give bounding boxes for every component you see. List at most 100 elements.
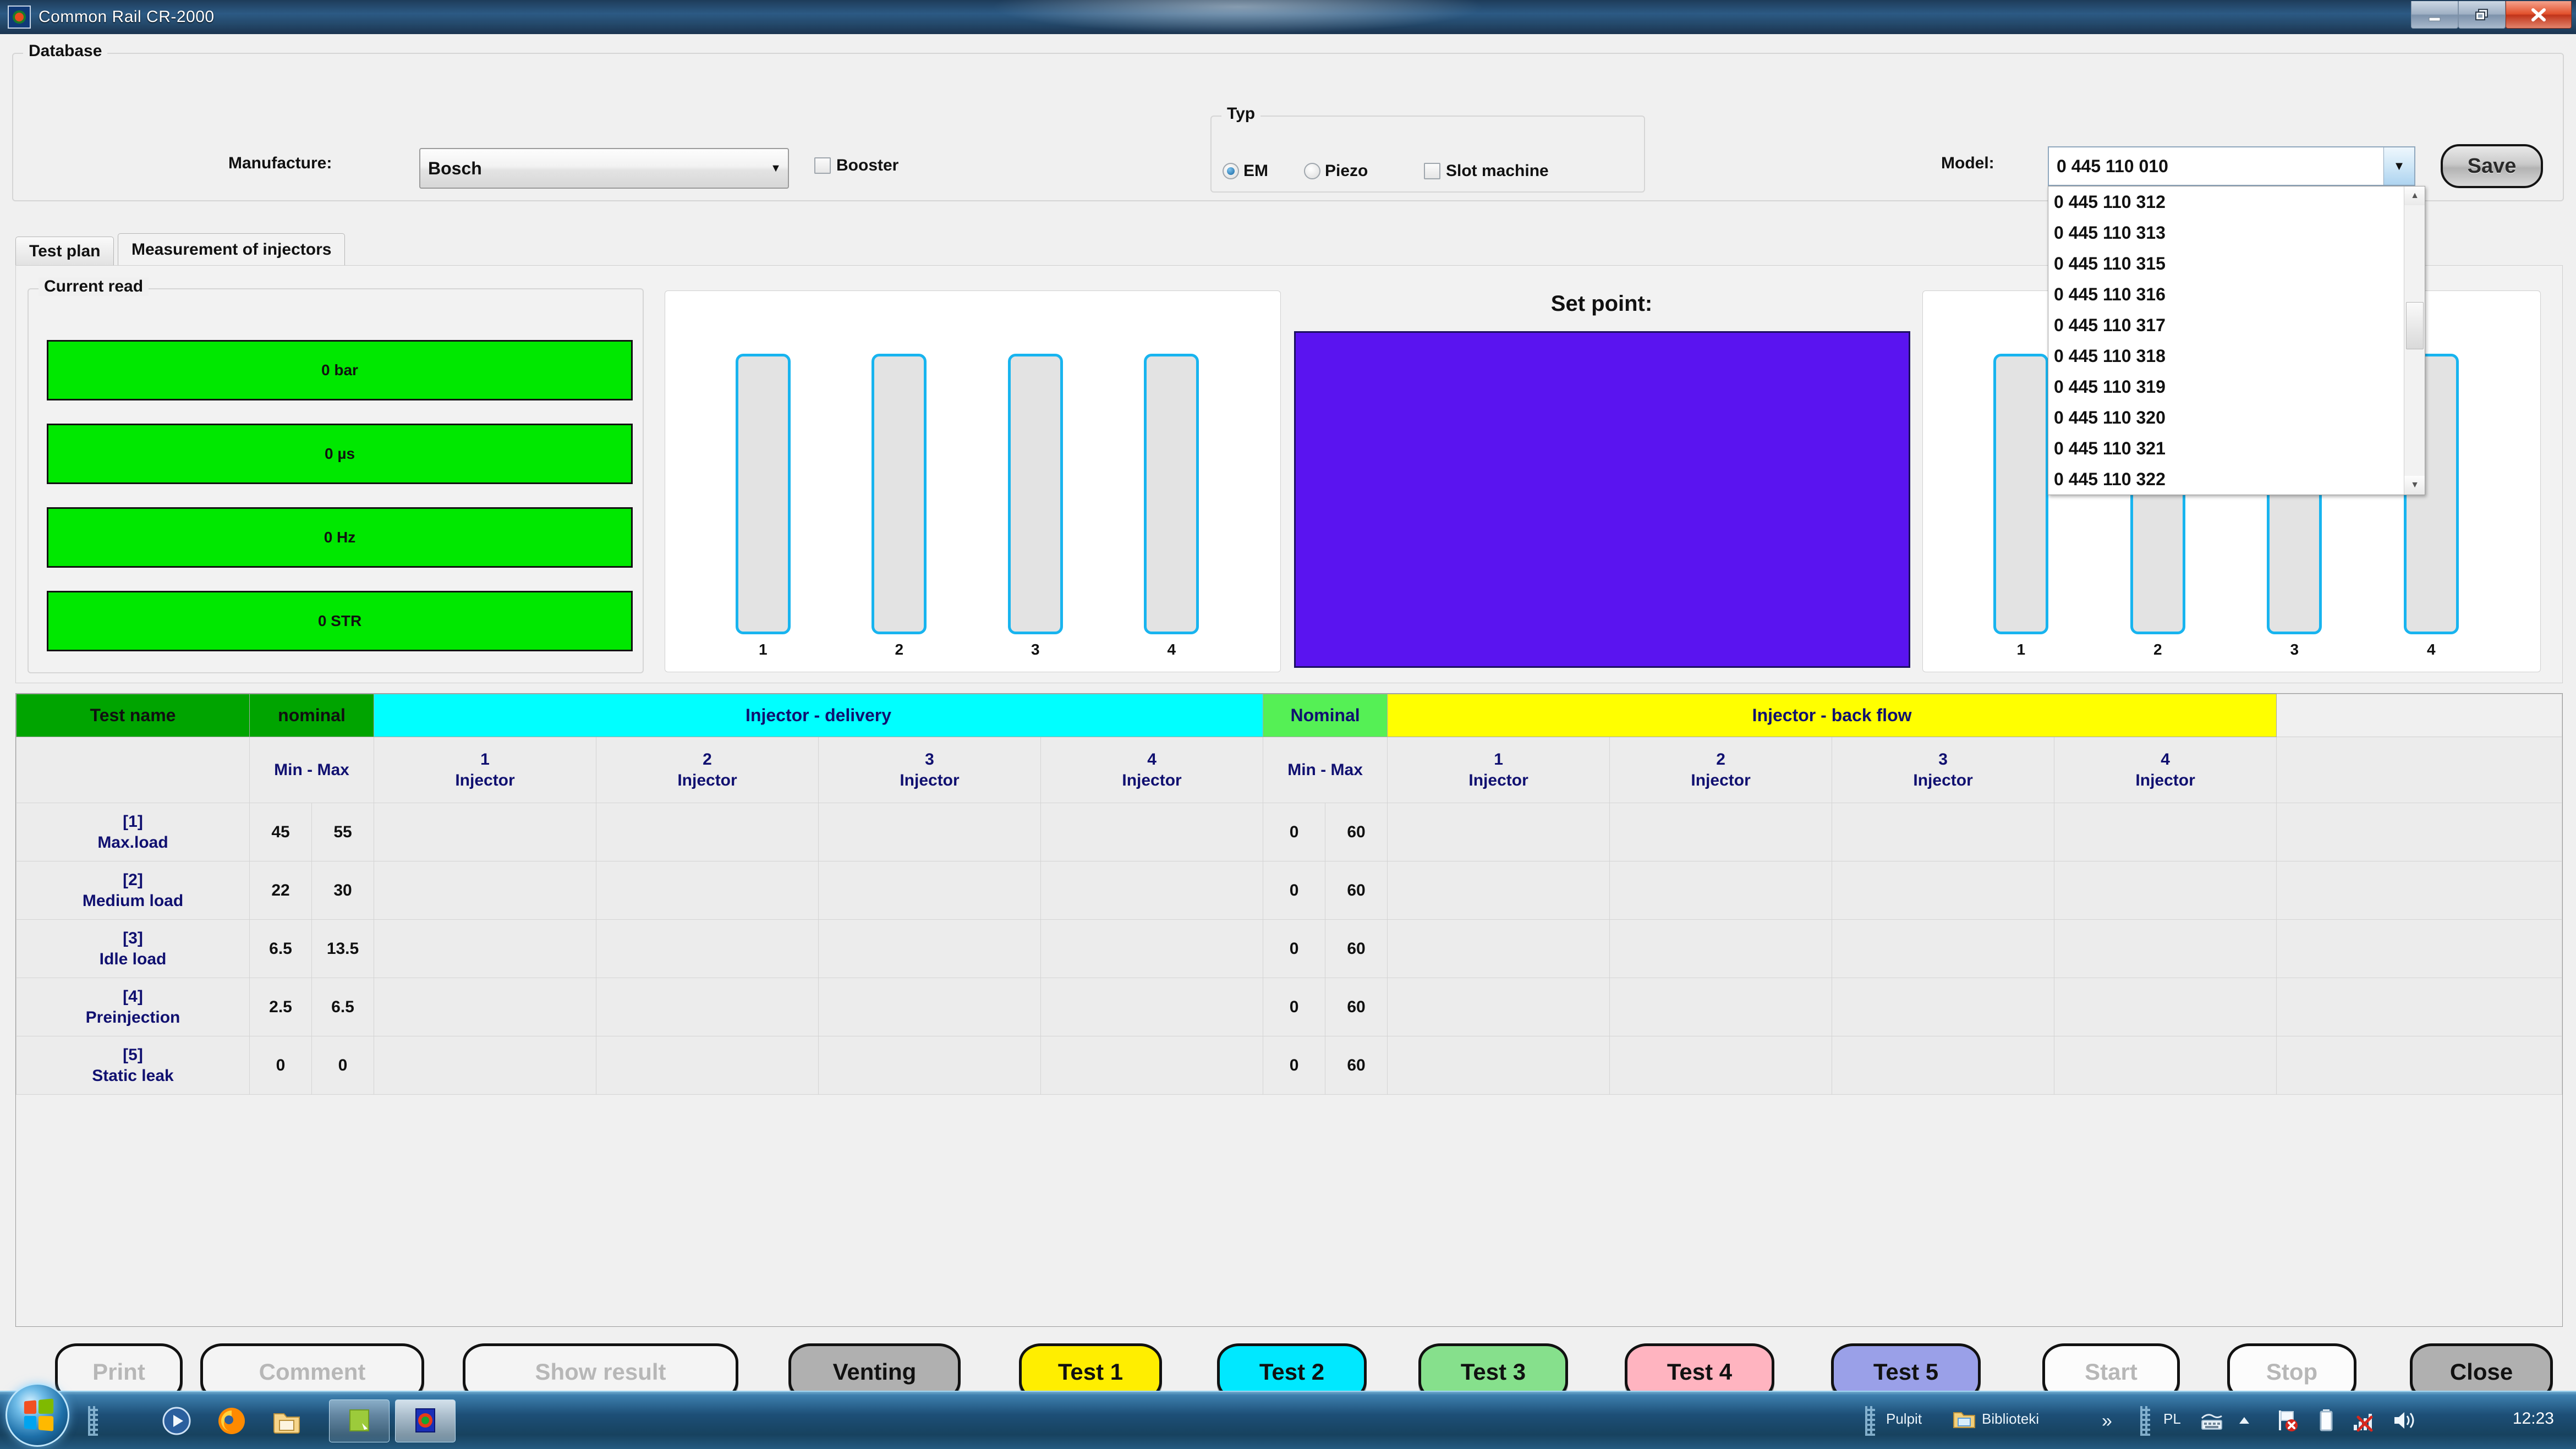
row-backflow-2[interactable] bbox=[1609, 803, 1833, 861]
chevron-down-icon[interactable]: ▼ bbox=[2383, 147, 2414, 185]
model-dropdown-list[interactable]: 0 445 110 312 0 445 110 313 0 445 110 315 0… bbox=[2048, 186, 2425, 495]
taskbar-grip[interactable] bbox=[88, 1406, 98, 1436]
libraries-folder-icon[interactable] bbox=[1952, 1407, 1976, 1431]
row-backflow-4[interactable] bbox=[2054, 1036, 2277, 1095]
row-backflow-3[interactable] bbox=[1832, 803, 2055, 861]
row-backflow-2[interactable] bbox=[1609, 919, 1833, 978]
model-option-1[interactable]: 0 445 110 313 bbox=[2048, 217, 2405, 248]
row-backflow-2[interactable] bbox=[1609, 1036, 1833, 1095]
row-nominal-max[interactable]: 55 bbox=[311, 803, 375, 861]
row-nominal-min[interactable]: 2.5 bbox=[249, 978, 312, 1036]
start-orb-icon[interactable] bbox=[6, 1383, 69, 1447]
row-delivery-1[interactable] bbox=[374, 803, 597, 861]
row-filler[interactable] bbox=[2276, 1036, 2562, 1095]
scroll-down-icon[interactable]: ▼ bbox=[2404, 476, 2425, 495]
row-filler[interactable] bbox=[2276, 978, 2562, 1036]
minimize-button[interactable] bbox=[2411, 1, 2458, 29]
row-nominal2-min[interactable]: 0 bbox=[1263, 919, 1326, 978]
row-delivery-3[interactable] bbox=[818, 861, 1042, 920]
row-backflow-4[interactable] bbox=[2054, 978, 2277, 1036]
row-backflow-1[interactable] bbox=[1387, 1036, 1610, 1095]
firefox-icon[interactable] bbox=[216, 1405, 248, 1437]
row-backflow-3[interactable] bbox=[1832, 978, 2055, 1036]
window-titlebar[interactable]: Common Rail CR-2000 bbox=[0, 0, 2576, 34]
row-filler[interactable] bbox=[2276, 919, 2562, 978]
row-backflow-4[interactable] bbox=[2054, 861, 2277, 920]
row-delivery-4[interactable] bbox=[1040, 1036, 1264, 1095]
row-delivery-1[interactable] bbox=[374, 919, 597, 978]
row-nominal-max[interactable]: 30 bbox=[311, 861, 375, 920]
row-nominal-min[interactable]: 45 bbox=[249, 803, 312, 861]
model-option-9[interactable]: 0 445 110 322 bbox=[2048, 464, 2405, 495]
table-row[interactable]: [3] Idle load 6.5 13.5 0 60 bbox=[16, 919, 2562, 978]
slot-machine-checkbox[interactable]: Slot machine bbox=[1424, 162, 1549, 180]
keyboard-icon[interactable] bbox=[2199, 1407, 2225, 1434]
model-option-4[interactable]: 0 445 110 317 bbox=[2048, 310, 2405, 341]
row-backflow-2[interactable] bbox=[1609, 978, 1833, 1036]
row-delivery-2[interactable] bbox=[596, 1036, 819, 1095]
row-nominal2-max[interactable]: 60 bbox=[1325, 919, 1388, 978]
row-delivery-3[interactable] bbox=[818, 1036, 1042, 1095]
tray-overflow-icon[interactable]: » bbox=[2102, 1410, 2112, 1432]
row-nominal-min[interactable]: 0 bbox=[249, 1036, 312, 1095]
row-delivery-2[interactable] bbox=[596, 861, 819, 920]
tab-measurement-of-injectors[interactable]: Measurement of injectors bbox=[118, 233, 346, 265]
row-backflow-1[interactable] bbox=[1387, 978, 1610, 1036]
restore-button[interactable] bbox=[2458, 1, 2506, 29]
row-backflow-1[interactable] bbox=[1387, 803, 1610, 861]
row-delivery-4[interactable] bbox=[1040, 861, 1264, 920]
model-option-0[interactable]: 0 445 110 312 bbox=[2048, 186, 2405, 217]
row-nominal2-max[interactable]: 60 bbox=[1325, 978, 1388, 1036]
volume-icon[interactable] bbox=[2390, 1407, 2418, 1434]
row-filler[interactable] bbox=[2276, 861, 2562, 920]
row-backflow-3[interactable] bbox=[1832, 861, 2055, 920]
model-select[interactable]: 0 445 110 010 ▼ bbox=[2048, 146, 2415, 186]
row-backflow-4[interactable] bbox=[2054, 919, 2277, 978]
row-delivery-3[interactable] bbox=[818, 919, 1042, 978]
network-off-icon[interactable] bbox=[2350, 1407, 2377, 1434]
row-nominal2-min[interactable]: 0 bbox=[1263, 803, 1326, 861]
row-backflow-4[interactable] bbox=[2054, 803, 2277, 861]
row-nominal2-max[interactable]: 60 bbox=[1325, 1036, 1388, 1095]
row-backflow-1[interactable] bbox=[1387, 861, 1610, 920]
row-nominal2-max[interactable]: 60 bbox=[1325, 861, 1388, 920]
row-nominal2-min[interactable]: 0 bbox=[1263, 1036, 1326, 1095]
media-player-icon[interactable] bbox=[161, 1405, 193, 1437]
row-backflow-3[interactable] bbox=[1832, 1036, 2055, 1095]
show-hidden-icons-icon[interactable] bbox=[2236, 1413, 2252, 1429]
close-button[interactable] bbox=[2506, 1, 2572, 29]
model-option-5[interactable]: 0 445 110 318 bbox=[2048, 341, 2405, 371]
row-nominal-max[interactable]: 6.5 bbox=[311, 978, 375, 1036]
row-delivery-4[interactable] bbox=[1040, 978, 1264, 1036]
row-backflow-2[interactable] bbox=[1609, 861, 1833, 920]
model-option-2[interactable]: 0 445 110 315 bbox=[2048, 248, 2405, 279]
row-filler[interactable] bbox=[2276, 803, 2562, 861]
row-nominal2-min[interactable]: 0 bbox=[1263, 978, 1326, 1036]
row-delivery-1[interactable] bbox=[374, 1036, 597, 1095]
row-delivery-4[interactable] bbox=[1040, 919, 1264, 978]
row-backflow-1[interactable] bbox=[1387, 919, 1610, 978]
typ-radio-em[interactable]: EM bbox=[1223, 162, 1268, 180]
tray-item-biblioteki[interactable]: Biblioteki bbox=[1982, 1410, 2039, 1428]
model-option-3[interactable]: 0 445 110 316 bbox=[2048, 279, 2405, 310]
model-option-6[interactable]: 0 445 110 319 bbox=[2048, 371, 2405, 402]
manufacture-select[interactable]: Bosch ▼ bbox=[419, 148, 789, 189]
row-delivery-2[interactable] bbox=[596, 919, 819, 978]
row-nominal2-max[interactable]: 60 bbox=[1325, 803, 1388, 861]
typ-radio-piezo[interactable]: Piezo bbox=[1304, 162, 1368, 180]
row-delivery-1[interactable] bbox=[374, 861, 597, 920]
notepad-task-icon[interactable] bbox=[329, 1399, 390, 1442]
row-delivery-2[interactable] bbox=[596, 803, 819, 861]
common-rail-task-icon[interactable] bbox=[395, 1399, 456, 1442]
language-indicator[interactable]: PL bbox=[2163, 1410, 2181, 1428]
row-delivery-1[interactable] bbox=[374, 978, 597, 1036]
taskbar-clock[interactable]: 12:23 bbox=[2513, 1409, 2554, 1428]
row-delivery-4[interactable] bbox=[1040, 803, 1264, 861]
row-nominal-max[interactable]: 13.5 bbox=[311, 919, 375, 978]
tray-grip-1[interactable] bbox=[1865, 1406, 1875, 1436]
tray-grip-2[interactable] bbox=[2140, 1406, 2150, 1436]
row-nominal-min[interactable]: 6.5 bbox=[249, 919, 312, 978]
flag-error-icon[interactable] bbox=[2273, 1407, 2300, 1434]
table-row[interactable]: [2] Medium load 22 30 0 60 bbox=[16, 861, 2562, 920]
scroll-up-icon[interactable]: ▲ bbox=[2404, 186, 2425, 205]
